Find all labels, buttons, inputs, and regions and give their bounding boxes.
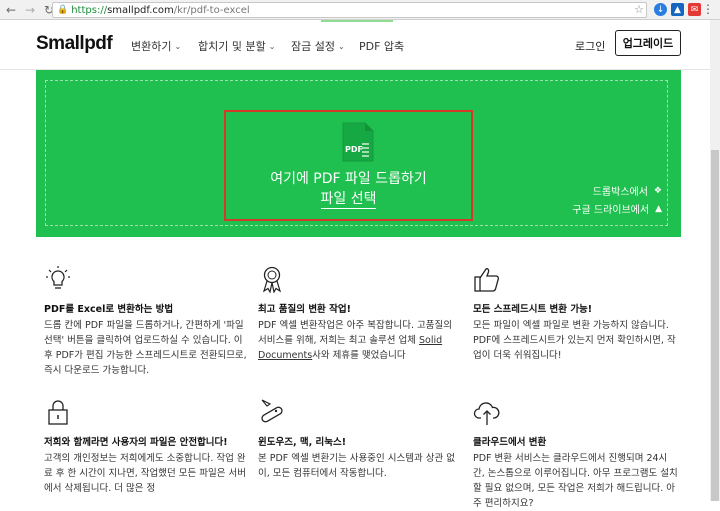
active-tab-accent	[321, 20, 393, 22]
thumbs-up-icon	[474, 268, 500, 292]
feature-body: 본 PDF 엑셀 변환기는 사용중인 시스템과 상관 없이, 모든 컴퓨터에서 …	[258, 453, 455, 479]
menu-lock[interactable]: 잠금 설정 ⌄	[291, 38, 345, 54]
dropbox-link[interactable]: 드롭박스에서 ❖	[592, 183, 662, 199]
menu-convert[interactable]: 변환하기 ⌄	[131, 38, 181, 54]
feature-spreadsheet: 모든 스프레드시트 변환 가능! 모든 파일이 엑셀 파일로 변환 가능하지 않…	[473, 265, 678, 363]
smallpdf-logo[interactable]: Smallpdf	[36, 33, 113, 55]
feature-body: 고객의 개인정보는 저희에게도 소중합니다. 작업 완료 후 한 시간이 지나면…	[44, 453, 246, 494]
chevron-down-icon: ⌄	[337, 41, 345, 51]
gdrive-label: 구글 드라이브에서	[572, 205, 650, 216]
menu-compress-label: PDF 압축	[359, 40, 405, 53]
feature-quality: 최고 품질의 변환 작업! PDF 엑셀 변환작업은 아주 복잡합니다. 고품질…	[258, 265, 463, 363]
feature-title: 최고 품질의 변환 작업!	[258, 304, 351, 315]
feature-security: 저희와 함께라면 사용자의 파일은 안전합니다! 고객의 개인정보는 저희에게도…	[44, 398, 249, 496]
swiss-knife-icon	[261, 399, 283, 423]
feature-body: PDF 변환 서비스는 클라우드에서 진행되며 24시간, 논스톱으로 이루어집…	[473, 453, 678, 509]
vpn-extension-icon[interactable]: ▲	[671, 3, 684, 16]
feature-title: 윈도우즈, 맥, 리눅스!	[258, 437, 347, 448]
dropbox-label: 드롭박스에서	[592, 187, 648, 198]
back-icon[interactable]: ←	[3, 2, 19, 18]
browser-menu-icon[interactable]: ⋮	[702, 2, 714, 16]
lock-icon	[48, 400, 68, 425]
mail-extension-icon[interactable]: ✉	[688, 3, 701, 16]
feature-cloud: 클라우드에서 변환 PDF 변환 서비스는 클라우드에서 진행되며 24시간, …	[473, 398, 678, 511]
menu-lock-label: 잠금 설정	[291, 40, 335, 53]
feature-title: 모든 스프레드시트 변환 가능!	[473, 304, 593, 315]
dropbox-icon: ❖	[653, 185, 662, 196]
url-scheme: https://	[71, 4, 108, 16]
menu-merge-split[interactable]: 합치기 및 분할 ⌄	[198, 38, 275, 54]
menu-convert-label: 변환하기	[131, 40, 172, 53]
feature-body: PDF 엑셀 변환작업은 아주 복잡합니다. 고품질의 서비스를 위해, 저희는…	[258, 318, 463, 363]
cloud-upload-icon	[473, 402, 500, 425]
feature-title: 저희와 함께라면 사용자의 파일은 안전합니다!	[44, 437, 228, 448]
lock-icon: 🔒	[57, 5, 69, 15]
download-extension-icon[interactable]: ↓	[654, 3, 667, 16]
feature-body: 모든 파일이 엑셀 파일로 변환 가능하지 않습니다. PDF에 스프레드시트가…	[473, 320, 676, 361]
bookmark-star-icon[interactable]: ☆	[634, 3, 644, 16]
lightbulb-icon	[46, 266, 70, 289]
address-bar[interactable]: 🔒 https:// smallpdf.com /kr/pdf-to-excel…	[52, 2, 647, 18]
feature-how-to: PDF를 Excel로 변환하는 방법 드롭 칸에 PDF 파일을 드롭하거나,…	[44, 265, 249, 378]
gdrive-link[interactable]: 구글 드라이브에서 ▲	[572, 201, 662, 217]
site-header: Smallpdf 변환하기 ⌄ 합치기 및 분할 ⌄ 잠금 설정 ⌄ PDF 압축 로…	[0, 20, 710, 70]
url-path: /kr/pdf-to-excel	[173, 4, 250, 16]
highlight-box	[224, 110, 473, 221]
upgrade-button[interactable]: 업그레이드	[615, 30, 681, 56]
menu-merge-split-label: 합치기 및 분할	[198, 40, 266, 53]
scrollbar-thumb[interactable]	[711, 150, 719, 501]
login-link[interactable]: 로그인	[575, 38, 605, 54]
feature-platforms: 윈도우즈, 맥, 리눅스! 본 PDF 엑셀 변환기는 사용중인 시스템과 상관…	[258, 398, 463, 481]
menu-compress[interactable]: PDF 압축	[359, 38, 404, 54]
chevron-down-icon: ⌄	[174, 41, 182, 51]
feature-title: 클라우드에서 변환	[473, 437, 547, 448]
chevron-down-icon: ⌄	[268, 41, 276, 51]
url-host: smallpdf.com	[107, 4, 174, 16]
feature-title: PDF를 Excel로 변환하는 방법	[44, 304, 174, 315]
google-drive-icon: ▲	[655, 203, 662, 214]
forward-icon[interactable]: →	[22, 2, 38, 18]
award-icon	[262, 266, 282, 294]
feature-body: 드롭 칸에 PDF 파일을 드롭하거나, 간편하게 '파일 선택' 버튼을 클릭…	[44, 320, 247, 376]
feature-body-post: 사와 제휴를 맺었습니다	[312, 350, 406, 361]
browser-toolbar: ← → ↻ 🔒 https:// smallpdf.com /kr/pdf-to…	[0, 0, 720, 20]
